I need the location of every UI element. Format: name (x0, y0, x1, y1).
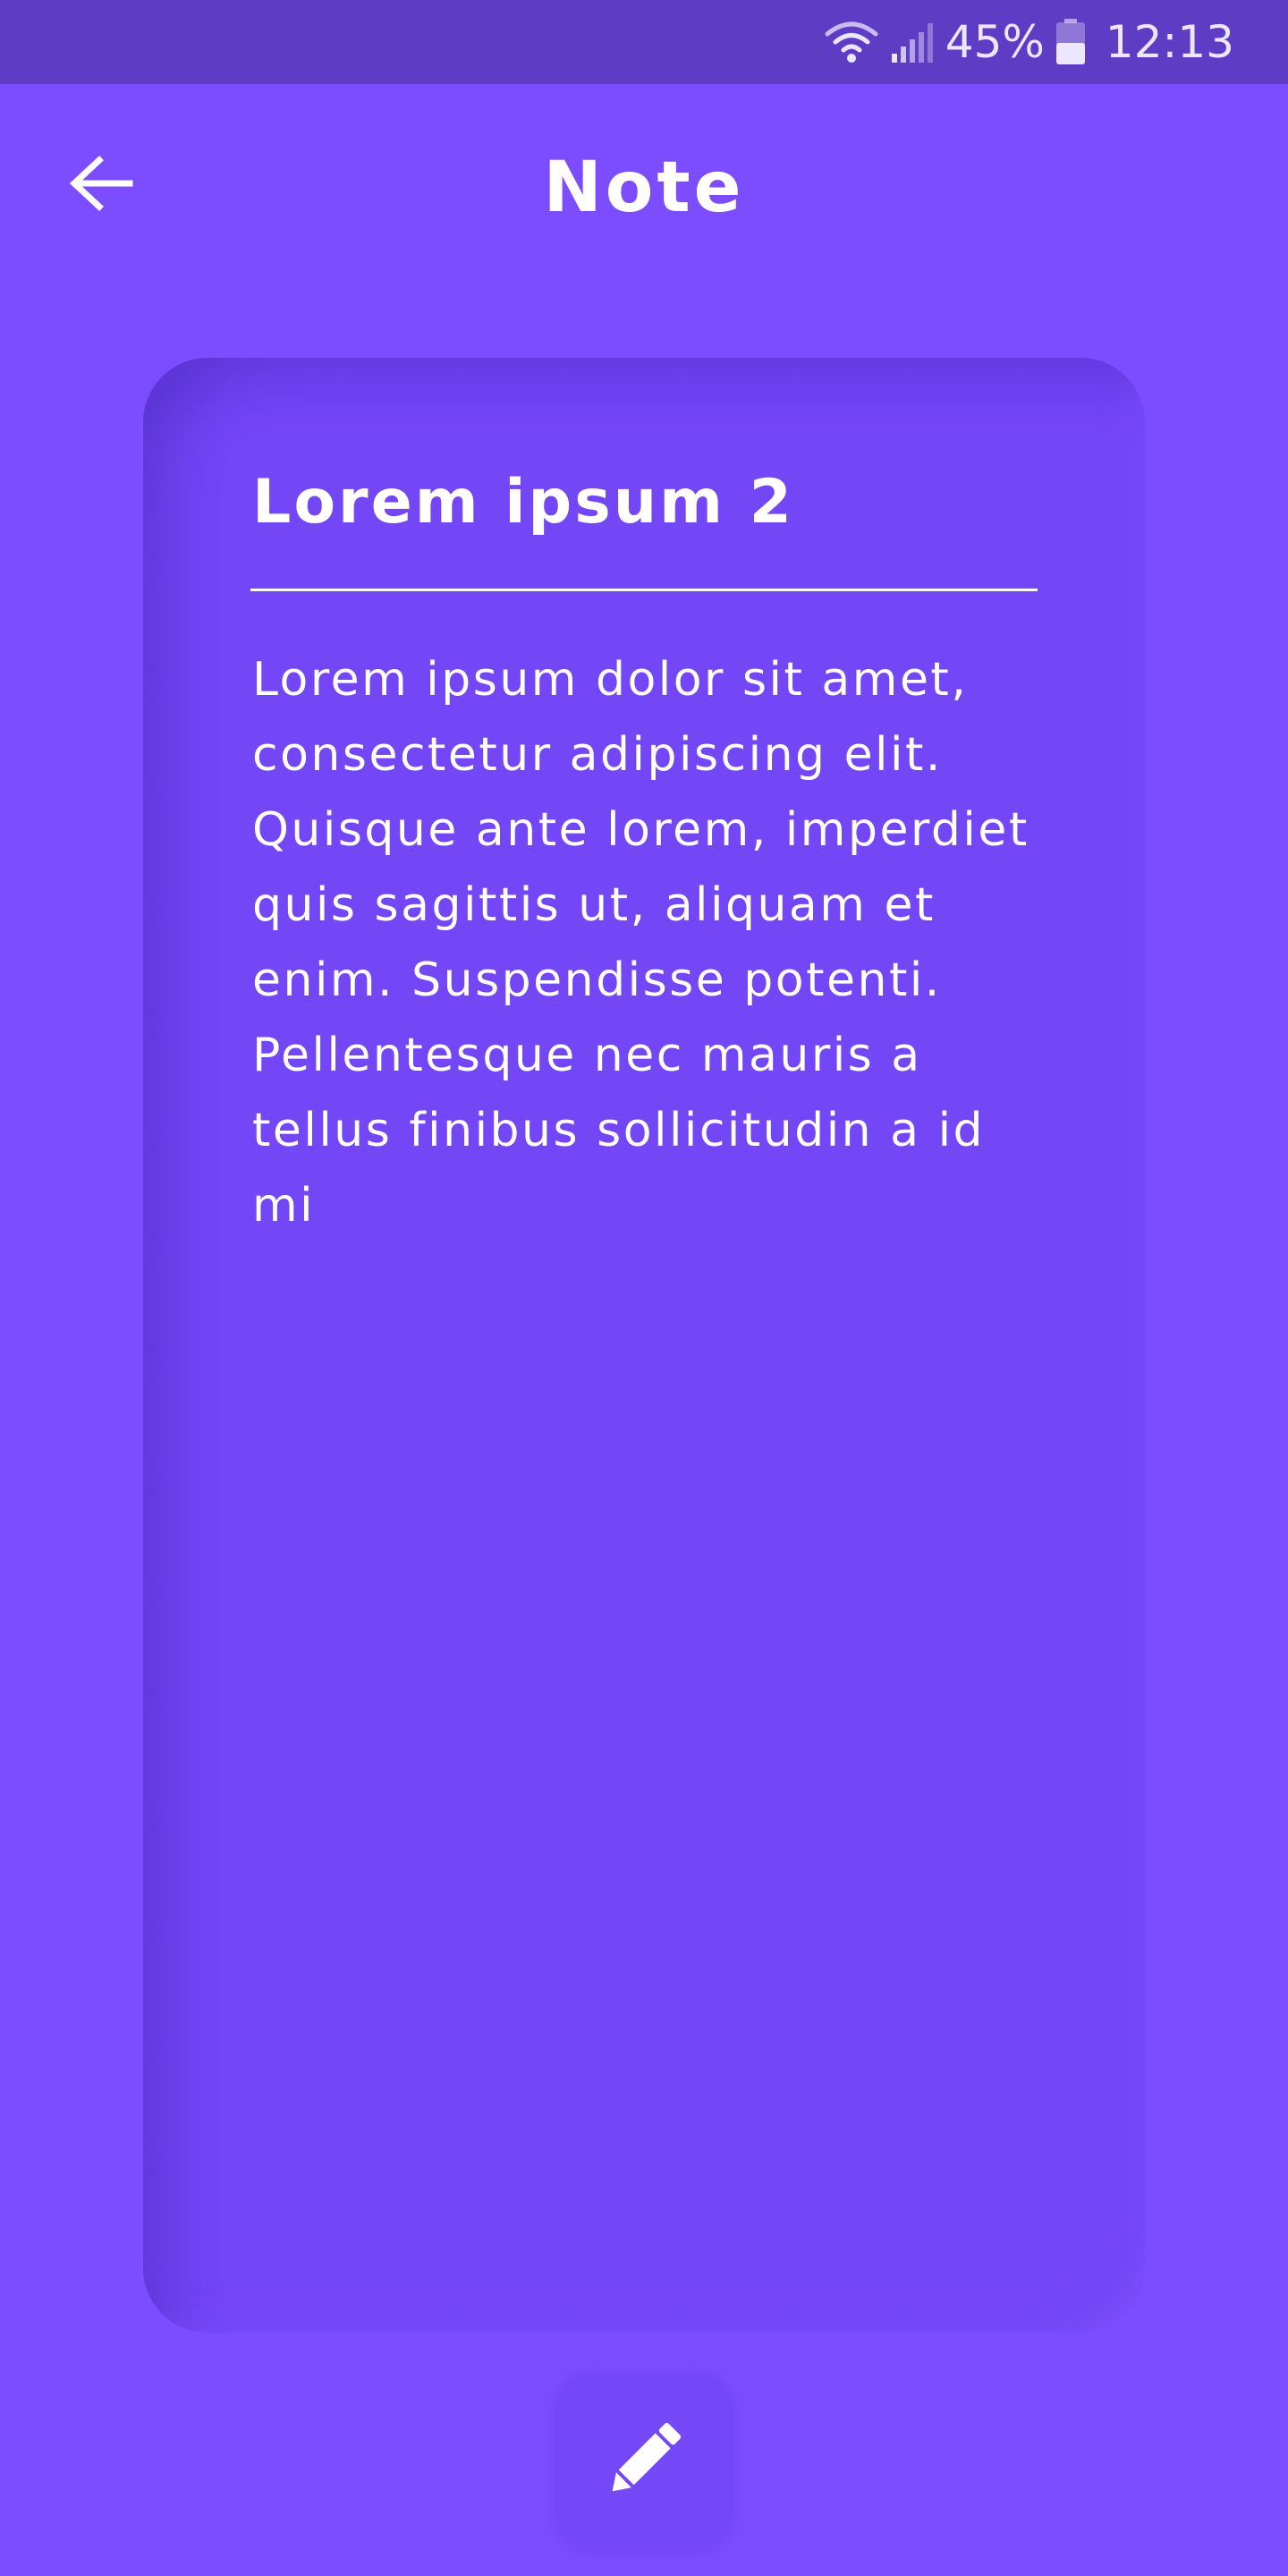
note-body: Lorem ipsum dolor sit amet, consectetur … (252, 653, 1030, 1233)
status-bar: 45% 12:13 (0, 0, 1288, 84)
note-card: Lorem ipsum 2 Lorem ipsum dolor sit amet… (143, 358, 1145, 2333)
title-divider (250, 589, 1038, 591)
pencil-icon (599, 2415, 689, 2508)
battery-percent: 45% (945, 16, 1045, 68)
battery-icon (1055, 19, 1086, 65)
note-title: Lorem ipsum 2 (252, 467, 794, 538)
signal-icon (890, 20, 935, 64)
status-icons: 45% 12:13 (824, 0, 1234, 84)
wifi-icon (824, 20, 879, 64)
page-title: Note (543, 148, 745, 228)
clock: 12:13 (1105, 16, 1234, 68)
edit-button[interactable] (558, 2376, 730, 2547)
